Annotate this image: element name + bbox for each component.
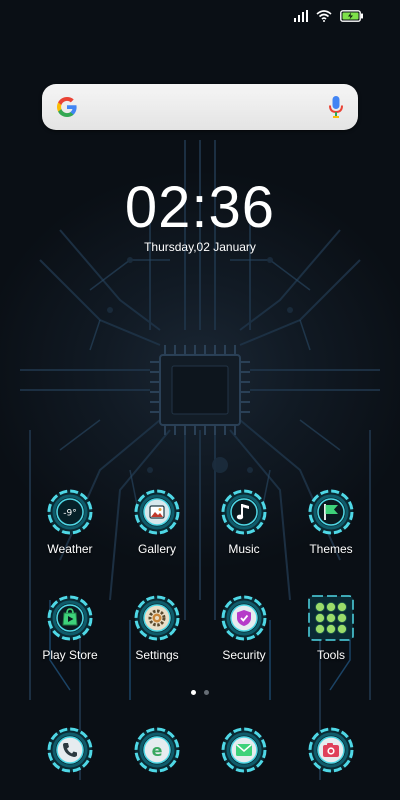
microphone-icon[interactable] [328, 95, 344, 119]
phone-icon [47, 727, 93, 773]
app-label: Gallery [137, 542, 176, 556]
google-search-bar[interactable] [42, 84, 358, 130]
browser-icon: e [134, 727, 180, 773]
app-label: Weather [47, 542, 93, 556]
weather-icon: -9° [47, 489, 93, 535]
app-label: Music [228, 542, 260, 556]
clock-time[interactable]: 02:36 [0, 176, 400, 240]
page-dot-active[interactable] [191, 690, 196, 695]
google-g-icon [57, 97, 77, 117]
home-screen: 02:36 Thursday,02 January -9° Weather Ga… [0, 0, 400, 800]
dock-messages[interactable] [204, 726, 284, 774]
wifi-icon [316, 10, 332, 22]
battery-charging-icon [340, 10, 363, 22]
app-label: Themes [309, 542, 353, 556]
app-label: Tools [316, 648, 345, 662]
app-themes[interactable]: Themes [291, 488, 371, 556]
dock-camera[interactable] [291, 726, 371, 774]
play-store-icon [47, 595, 93, 641]
app-gallery[interactable]: Gallery [117, 488, 197, 556]
messages-icon [221, 727, 267, 773]
status-bar [294, 8, 364, 24]
app-label: Security [222, 648, 266, 662]
app-tools[interactable]: Tools [291, 594, 371, 662]
signal-bars-icon [294, 10, 308, 22]
tools-grid-icon [308, 595, 354, 641]
camera-icon [308, 727, 354, 773]
security-shield-icon [221, 595, 267, 641]
page-dot[interactable] [204, 690, 209, 695]
app-security[interactable]: Security [204, 594, 284, 662]
app-weather[interactable]: -9° Weather [30, 488, 110, 556]
clock-date: Thursday,02 January [144, 240, 256, 254]
dock-browser[interactable]: e [117, 726, 197, 774]
music-note-icon [221, 489, 267, 535]
themes-flag-icon [308, 489, 354, 535]
app-music[interactable]: Music [204, 488, 284, 556]
dock-phone[interactable] [30, 726, 110, 774]
app-settings[interactable]: Settings [117, 594, 197, 662]
app-label: Play Store [42, 648, 98, 662]
app-play-store[interactable]: Play Store [30, 594, 110, 662]
page-indicator [0, 690, 400, 695]
app-label: Settings [135, 648, 179, 662]
svg-text:e: e [152, 741, 163, 760]
weather-temp: -9° [63, 509, 76, 519]
settings-gear-icon [134, 595, 180, 641]
gallery-icon [134, 489, 180, 535]
